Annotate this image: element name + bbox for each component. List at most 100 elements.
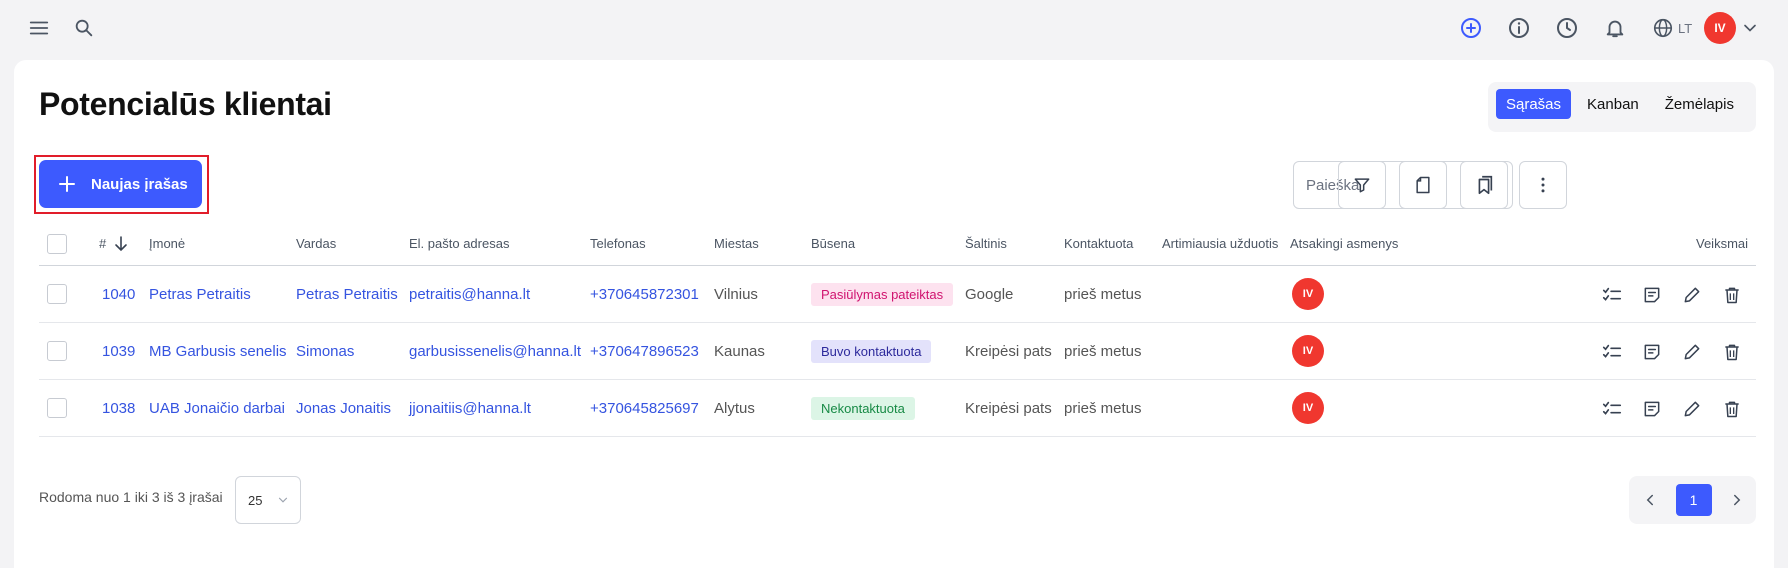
row-checkbox[interactable] bbox=[47, 341, 67, 361]
status-badge: Nekontaktuota bbox=[811, 396, 915, 420]
delete-icon[interactable] bbox=[1719, 396, 1745, 422]
plus-icon bbox=[59, 176, 75, 192]
row-source: Google bbox=[965, 285, 1014, 303]
column-owners[interactable]: Atsakingi asmenys bbox=[1290, 222, 1398, 265]
column-next-task[interactable]: Artimiausia užduotis bbox=[1162, 222, 1278, 265]
edit-icon[interactable] bbox=[1679, 282, 1705, 308]
column-id[interactable]: # bbox=[99, 222, 128, 265]
page-size-value: 25 bbox=[248, 492, 263, 508]
view-list-tab[interactable]: Sąrašas bbox=[1496, 89, 1572, 119]
column-email[interactable]: El. pašto adresas bbox=[409, 222, 509, 265]
status-badge: Buvo kontaktuota bbox=[811, 339, 932, 363]
row-city: Alytus bbox=[714, 399, 755, 417]
column-name[interactable]: Vardas bbox=[296, 222, 336, 265]
note-icon[interactable] bbox=[1639, 396, 1665, 422]
row-contacted: prieš metus bbox=[1064, 285, 1142, 303]
column-id-label: # bbox=[99, 236, 107, 251]
info-icon[interactable] bbox=[1503, 12, 1535, 44]
column-city[interactable]: Miestas bbox=[714, 222, 759, 265]
globe-icon bbox=[1653, 18, 1673, 38]
note-icon[interactable] bbox=[1639, 339, 1665, 365]
page-title: Potencialūs klientai bbox=[39, 86, 332, 122]
delete-icon[interactable] bbox=[1719, 339, 1745, 365]
main-card: Potencialūs klientai Sąrašas Kanban Žemė… bbox=[14, 60, 1774, 568]
column-company[interactable]: Įmonė bbox=[149, 222, 185, 265]
language-switcher[interactable]: LT bbox=[1652, 12, 1692, 44]
row-phone[interactable]: +370647896523 bbox=[590, 323, 699, 379]
pagination: 1 bbox=[1629, 476, 1756, 524]
row-email[interactable]: garbusissenelis@hanna.lt bbox=[409, 323, 581, 379]
column-status[interactable]: Būsena bbox=[811, 222, 855, 265]
row-contacted: prieš metus bbox=[1064, 399, 1142, 417]
row-contacted: prieš metus bbox=[1064, 342, 1142, 360]
export-button[interactable] bbox=[1399, 161, 1447, 209]
row-email[interactable]: petraitis@hanna.lt bbox=[409, 266, 530, 322]
column-contacted[interactable]: Kontaktuota bbox=[1064, 222, 1133, 265]
column-phone[interactable]: Telefonas bbox=[590, 222, 646, 265]
view-kanban-tab[interactable]: Kanban bbox=[1577, 89, 1649, 119]
note-icon[interactable] bbox=[1639, 282, 1665, 308]
table-row[interactable]: 1039 MB Garbusis senelis Simonas garbusi… bbox=[39, 323, 1756, 380]
row-source: Kreipėsi pats bbox=[965, 399, 1052, 417]
sort-down-icon bbox=[115, 235, 128, 251]
page-size-select[interactable]: 25 bbox=[235, 476, 301, 524]
row-checkbox[interactable] bbox=[47, 398, 67, 418]
new-record-button[interactable]: Naujas įrašas bbox=[39, 160, 202, 208]
tasks-icon[interactable] bbox=[1599, 396, 1625, 422]
owner-avatar[interactable]: IV bbox=[1292, 335, 1324, 367]
view-switcher: Sąrašas Kanban Žemėlapis bbox=[1488, 82, 1756, 132]
chevron-right-icon[interactable] bbox=[1728, 491, 1746, 509]
document-icon bbox=[1416, 176, 1430, 194]
chevron-left-icon[interactable] bbox=[1641, 491, 1659, 509]
row-company[interactable]: MB Garbusis senelis bbox=[149, 323, 287, 379]
row-id[interactable]: 1040 bbox=[102, 266, 135, 322]
search-icon[interactable] bbox=[68, 12, 100, 44]
language-code: LT bbox=[1678, 20, 1693, 36]
menu-icon[interactable] bbox=[23, 12, 55, 44]
edit-icon[interactable] bbox=[1679, 396, 1705, 422]
results-summary: Rodoma nuo 1 iki 3 iš 3 įrašai bbox=[39, 489, 223, 505]
saved-views-button[interactable] bbox=[1460, 161, 1508, 209]
owner-avatar[interactable]: IV bbox=[1292, 278, 1324, 310]
column-actions: Veiksmai bbox=[1696, 236, 1749, 251]
top-bar: LT IV bbox=[0, 0, 1788, 56]
row-phone[interactable]: +370645825697 bbox=[590, 380, 699, 436]
chevron-down-icon[interactable] bbox=[1740, 18, 1760, 38]
clock-icon[interactable] bbox=[1551, 12, 1583, 44]
row-checkbox[interactable] bbox=[47, 284, 67, 304]
column-source[interactable]: Šaltinis bbox=[965, 222, 1007, 265]
select-all-checkbox[interactable] bbox=[47, 233, 67, 254]
bell-icon[interactable] bbox=[1599, 12, 1631, 44]
user-avatar[interactable]: IV bbox=[1704, 12, 1736, 44]
tasks-icon[interactable] bbox=[1599, 282, 1625, 308]
chevron-down-icon bbox=[278, 497, 288, 503]
table-row[interactable]: 1040 Petras Petraitis Petras Petraitis p… bbox=[39, 266, 1756, 323]
row-city: Vilnius bbox=[714, 285, 758, 303]
row-city: Kaunas bbox=[714, 342, 765, 360]
row-id[interactable]: 1038 bbox=[102, 380, 135, 436]
page-button-current[interactable]: 1 bbox=[1675, 484, 1712, 516]
row-email[interactable]: jjonaitiis@hanna.lt bbox=[409, 380, 531, 436]
owner-avatar[interactable]: IV bbox=[1292, 392, 1324, 424]
row-phone[interactable]: +370645872301 bbox=[590, 266, 699, 322]
row-name[interactable]: Petras Petraitis bbox=[296, 266, 398, 322]
row-name[interactable]: Simonas bbox=[296, 323, 354, 379]
row-name[interactable]: Jonas Jonaitis bbox=[296, 380, 391, 436]
view-map-tab[interactable]: Žemėlapis bbox=[1655, 89, 1744, 119]
more-button[interactable] bbox=[1519, 161, 1567, 209]
row-company[interactable]: Petras Petraitis bbox=[149, 266, 251, 322]
row-company[interactable]: UAB Jonaičio darbai bbox=[149, 380, 285, 436]
status-badge: Pasiūlymas pateiktas bbox=[811, 282, 954, 306]
table-row[interactable]: 1038 UAB Jonaičio darbai Jonas Jonaitis … bbox=[39, 380, 1756, 437]
add-circle-icon[interactable] bbox=[1455, 12, 1487, 44]
more-vertical-icon bbox=[1541, 177, 1545, 193]
table-header-row: # Įmonė Vardas El. pašto adresas Telefon… bbox=[39, 222, 1756, 266]
tasks-icon[interactable] bbox=[1599, 339, 1625, 365]
row-source: Kreipėsi pats bbox=[965, 342, 1052, 360]
row-id[interactable]: 1039 bbox=[102, 323, 135, 379]
delete-icon[interactable] bbox=[1719, 282, 1745, 308]
bookmarks-icon bbox=[1478, 175, 1493, 195]
edit-icon[interactable] bbox=[1679, 339, 1705, 365]
leads-table: # Įmonė Vardas El. pašto adresas Telefon… bbox=[39, 222, 1756, 437]
filter-button[interactable] bbox=[1338, 161, 1386, 209]
